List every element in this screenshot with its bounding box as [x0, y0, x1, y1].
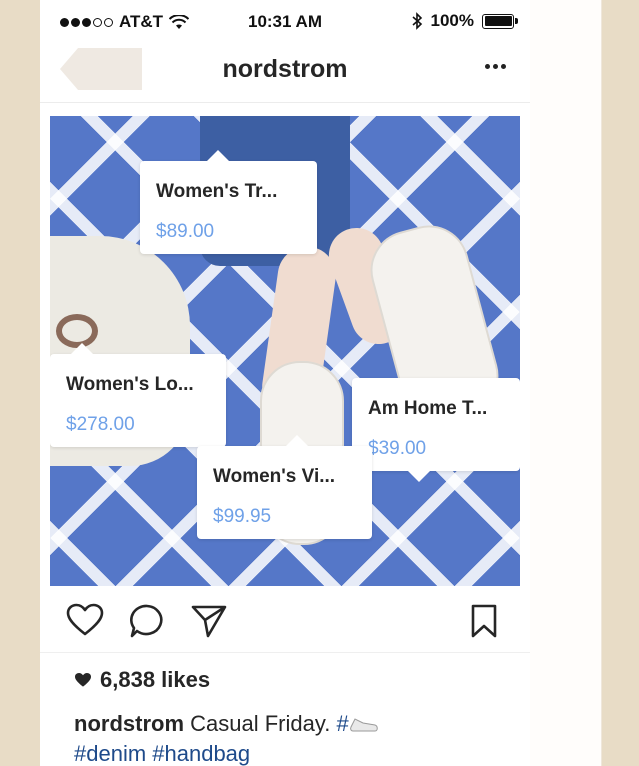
product-tag[interactable]: Am Home T... $39.00 — [352, 378, 520, 482]
product-tag[interactable]: Women's Tr... $89.00 — [140, 150, 317, 254]
profile-title: nordstrom — [222, 55, 348, 83]
more-icon[interactable] — [485, 64, 506, 69]
bookmark-icon[interactable] — [470, 604, 498, 638]
likes-count: 6,838 likes — [100, 667, 211, 692]
product-tag-name: Women's Vi... — [213, 466, 336, 487]
likes-row[interactable]: 6,838 likes — [74, 667, 210, 693]
product-tag[interactable]: Women's Lo... $278.00 — [50, 343, 226, 447]
product-tag[interactable]: Women's Vi... $99.95 — [197, 435, 372, 539]
product-tag-name: Women's Lo... — [66, 374, 194, 395]
sneaker-emoji-icon — [349, 711, 379, 732]
caption-text: Casual Friday. — [190, 711, 331, 736]
caption-hash[interactable]: # — [336, 711, 348, 736]
nav-bar: nordstrom — [40, 44, 530, 103]
status-right: 100% — [411, 11, 518, 31]
heart-icon[interactable] — [66, 603, 104, 637]
battery-icon — [482, 13, 518, 29]
battery-percent: 100% — [430, 11, 474, 30]
product-tag-price: $278.00 — [66, 414, 135, 435]
instagram-screen: AT&T 10:31 AM 100% nordstrom Women's Tr.… — [40, 0, 530, 766]
caption-hashtags[interactable]: #denim #handbag — [74, 741, 250, 766]
product-tag-price: $89.00 — [156, 221, 215, 242]
caption-username[interactable]: nordstrom — [74, 711, 184, 736]
post-caption: nordstrom Casual Friday. # #denim #handb… — [74, 709, 514, 766]
product-tag-price: $99.95 — [213, 506, 272, 527]
comment-icon[interactable] — [129, 603, 165, 639]
product-tag-price: $39.00 — [368, 438, 427, 459]
share-icon[interactable] — [190, 603, 228, 639]
bluetooth-icon — [411, 12, 422, 30]
heart-filled-icon — [75, 672, 91, 687]
post-photo[interactable]: Women's Tr... $89.00 Women's Lo... $278.… — [50, 116, 520, 586]
product-tag-name: Women's Tr... — [156, 181, 278, 202]
post-actions — [40, 586, 530, 653]
product-tag-name: Am Home T... — [368, 398, 488, 419]
status-bar: AT&T 10:31 AM 100% — [40, 0, 530, 44]
